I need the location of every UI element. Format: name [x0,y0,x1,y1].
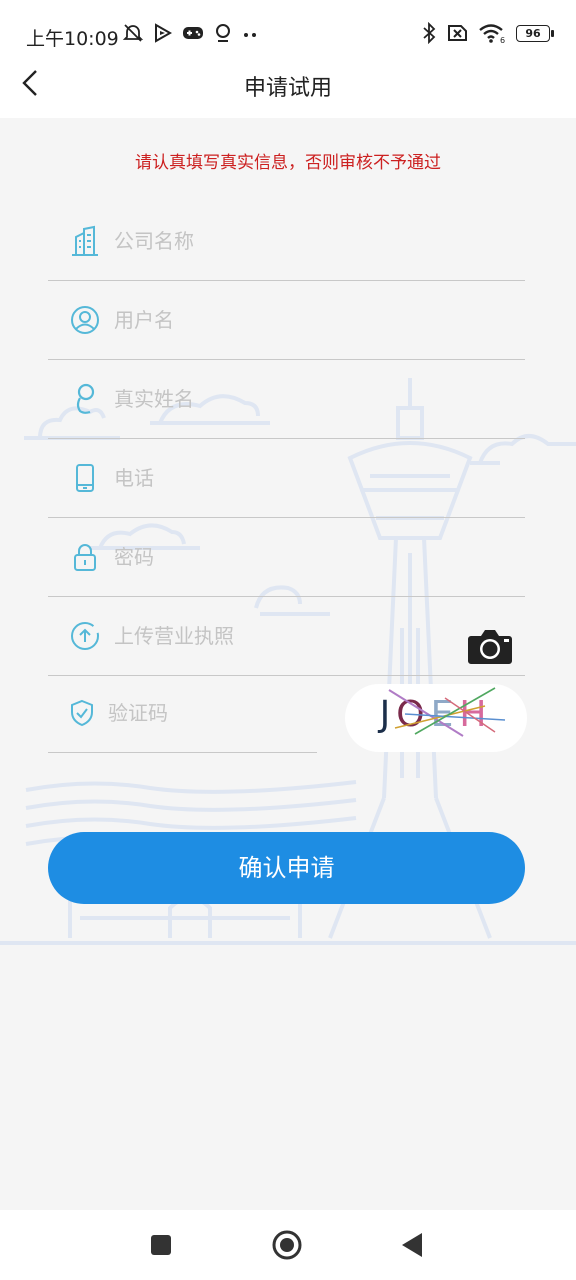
realname-input[interactable] [114,387,525,411]
status-icons-right: 6 96 [422,22,554,44]
form-area: 请认真填写真实信息，否则审核不予通过 公司名称 用户名 真实姓名 电话 上传营业… [0,118,576,1210]
phone-field [48,439,525,518]
license-upload-field [48,597,525,676]
person-icon [70,383,100,415]
license-upload-input[interactable] [114,624,525,648]
lock-icon [70,541,100,573]
app-header: 申请试用 [0,48,576,118]
notice-text: 请认真填写真实信息，否则审核不予通过 [135,153,441,173]
media-icon [155,23,172,43]
company-field [48,202,525,281]
bluetooth-icon [423,22,436,44]
submit-button[interactable]: 确认申请 [48,832,525,904]
battery-icon: 96 [516,24,554,42]
back-icon[interactable] [400,1232,424,1258]
mute-bell-icon [122,24,144,42]
gamepad-icon [183,27,203,39]
captcha-field [48,674,357,753]
username-field [48,281,525,360]
captcha-noise-lines [388,687,506,737]
shield-check-icon [70,697,94,729]
svg-text:6: 6 [500,36,505,44]
password-field [48,518,525,597]
status-icons-left [122,22,260,44]
status-time: 上午10:09 [26,28,119,50]
phone-input[interactable] [114,466,525,490]
recent-apps-icon[interactable] [150,1234,172,1256]
camera-icon[interactable] [467,627,513,665]
no-sim-icon [448,25,467,41]
upload-icon [70,620,100,652]
more-dots-icon [244,33,256,37]
location-pin-icon [216,24,230,42]
building-icon [70,225,100,257]
company-name-input[interactable] [114,229,525,253]
password-input[interactable] [114,545,525,569]
phone-icon [70,462,100,494]
user-circle-icon [70,304,100,336]
username-input[interactable] [114,308,525,332]
system-nav-bar [0,1210,576,1280]
wifi-icon: 6 [479,24,505,44]
captcha-input[interactable] [108,701,357,725]
home-icon[interactable] [272,1230,302,1260]
page-title: 申请试用 [243,76,332,101]
realname-field [48,360,525,439]
captcha-image[interactable]: JOEH [345,684,527,752]
